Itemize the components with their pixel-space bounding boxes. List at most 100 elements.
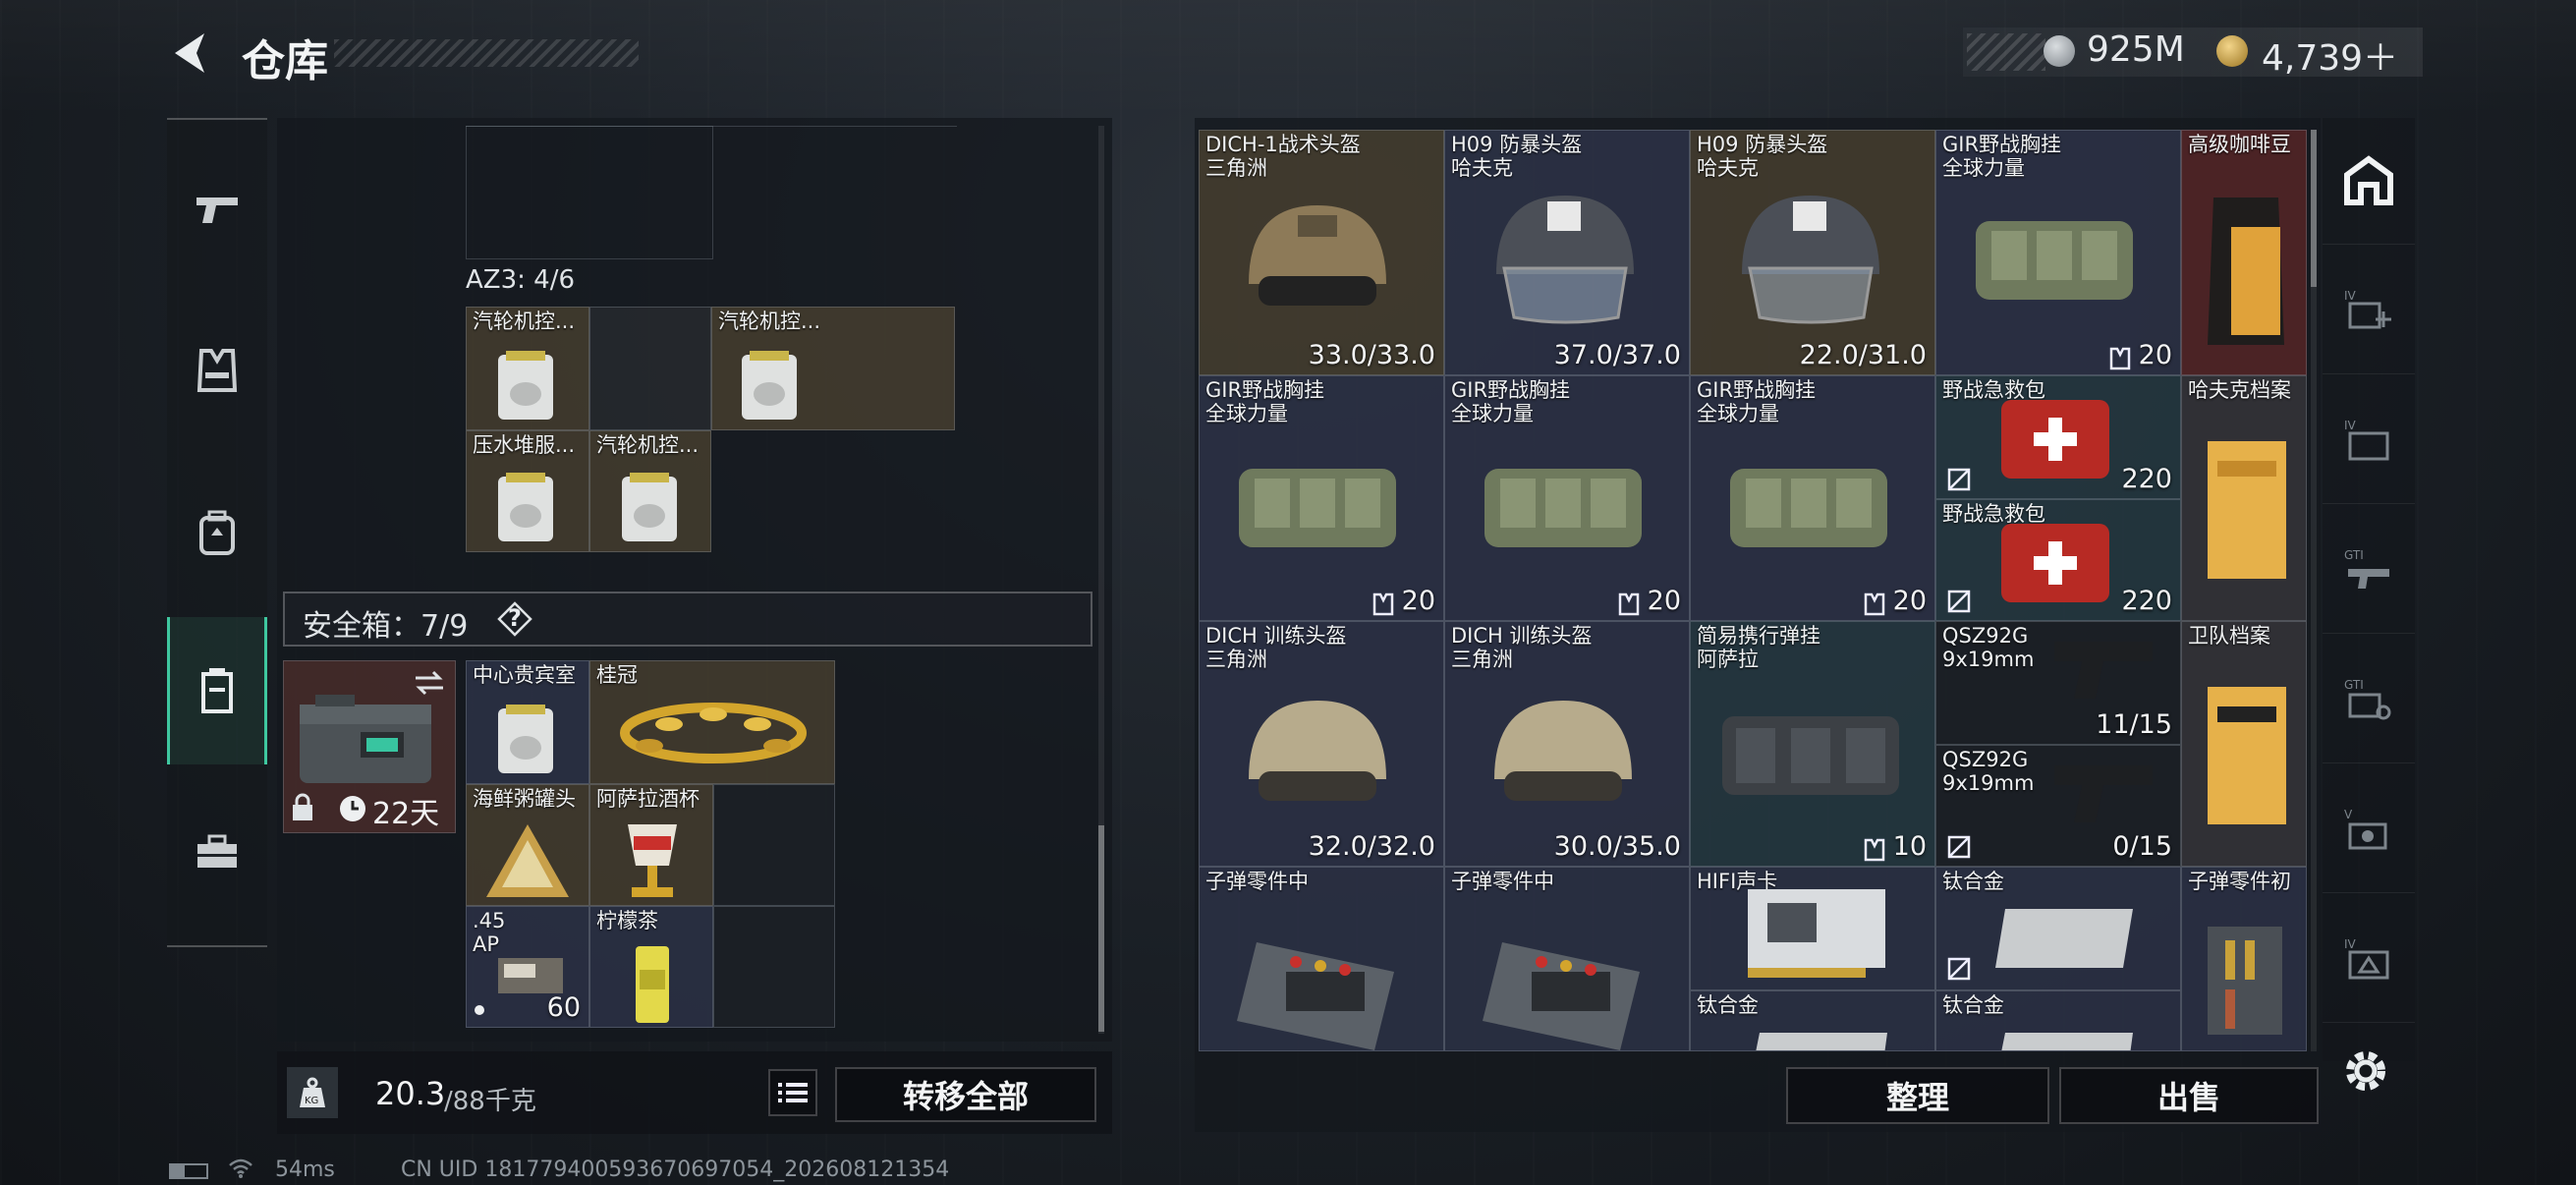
nav-safebox[interactable]	[167, 617, 267, 764]
gold-amount[interactable]: 4,739＋	[2262, 29, 2398, 81]
vest-icon	[1372, 592, 1394, 616]
inventory-item[interactable]: 汽轮机控...	[466, 307, 589, 430]
keycard-icon	[498, 705, 553, 773]
warehouse-item[interactable]: 卫队档案	[2181, 621, 2307, 867]
chest-rig-icon	[196, 349, 238, 392]
warehouse-item[interactable]: 子弹零件初	[2181, 867, 2307, 1051]
warehouse-item[interactable]: QSZ92G 9x19mm 0/15	[1935, 745, 2181, 867]
sort-button[interactable]: 整理	[1786, 1067, 2049, 1124]
item-name: DICH 训练头盔	[1451, 624, 1593, 648]
filter-gear[interactable]: V	[2323, 766, 2415, 893]
item-durability: 32.0/32.0	[1308, 831, 1435, 862]
weight-current: 20.3	[375, 1075, 446, 1112]
filter-all[interactable]	[2323, 118, 2415, 245]
scroll-thumb[interactable]	[1098, 825, 1104, 1032]
item-capacity: 20	[2138, 340, 2172, 370]
nav-toolbox[interactable]	[167, 778, 267, 926]
laurel-crown-icon	[620, 703, 807, 763]
warehouse-item[interactable]: 钛合金	[1935, 990, 2181, 1051]
svg-text:GTI: GTI	[2344, 678, 2364, 692]
item-name: QSZ92G	[1942, 624, 2029, 648]
filter-weapon-a[interactable]: GTI	[2323, 507, 2415, 634]
keycard-icon	[498, 351, 553, 420]
warehouse-item[interactable]: GIR野战胸挂 全球力量 20	[1199, 375, 1444, 621]
help-icon[interactable]: ?	[497, 601, 532, 637]
safe-box-container[interactable]: 22天	[283, 660, 456, 833]
battery-icon	[169, 1163, 208, 1179]
inventory-item[interactable]: 压水堆服...	[466, 430, 589, 552]
warehouse-item[interactable]: 野战急救包 220	[1935, 499, 2181, 621]
safebox-icon	[201, 668, 233, 713]
nav-chest-rig[interactable]	[167, 297, 267, 444]
container-divider	[466, 126, 957, 133]
safe-item[interactable]: 柠檬茶	[589, 906, 713, 1028]
nav-backpack[interactable]	[167, 459, 267, 606]
list-view-button[interactable]	[768, 1069, 817, 1116]
currency-decoration	[1967, 33, 2045, 71]
warehouse-item[interactable]: HIFI声卡	[1690, 867, 1935, 990]
safe-item[interactable]: 桂冠	[589, 660, 835, 784]
safe-item[interactable]: 阿萨拉酒杯	[589, 784, 713, 906]
settings-gear-icon[interactable]	[2338, 1044, 2393, 1099]
backpack-icon	[199, 510, 235, 555]
safe-item[interactable]: 海鲜粥罐头	[466, 784, 589, 906]
filter-container[interactable]: IV	[2323, 377, 2415, 504]
item-name: H09 防暴头盔	[1451, 133, 1583, 156]
warehouse-item[interactable]: QSZ92G 9x19mm 11/15	[1935, 621, 2181, 745]
item-name: DICH-1战术头盔	[1205, 133, 1361, 156]
warehouse-item[interactable]: 子弹零件中	[1444, 867, 1690, 1051]
warehouse-item[interactable]: 简易携行弹挂 阿萨拉 10	[1690, 621, 1935, 867]
inventory-empty-slot[interactable]	[589, 307, 711, 430]
no-insure-icon	[1947, 835, 1971, 859]
filter-weapon-b[interactable]: GTI	[2323, 637, 2415, 763]
warehouse-item[interactable]: 哈夫克档案	[2181, 375, 2307, 621]
no-insure-icon	[1947, 957, 1971, 981]
chest-rig-icon	[1484, 469, 1642, 547]
filter-medical[interactable]: IV	[2323, 248, 2415, 374]
item-sub: 哈夫克	[1451, 156, 1513, 180]
lemon-tea-icon	[636, 946, 669, 1023]
warehouse-item[interactable]: 子弹零件中	[1199, 867, 1444, 1051]
warehouse-item[interactable]: 野战急救包 220	[1935, 375, 2181, 499]
warehouse-item[interactable]: H09 防暴头盔 哈夫克 22.0/31.0	[1690, 130, 1935, 375]
safe-item[interactable]: .45 AP 60	[466, 906, 589, 1028]
first-aid-kit-icon	[2001, 524, 2109, 602]
warehouse-item[interactable]: 钛合金	[1690, 990, 1935, 1051]
warehouse-item[interactable]: GIR野战胸挂 全球力量 20	[1935, 130, 2181, 375]
safe-empty-slot[interactable]	[713, 906, 835, 1028]
warehouse-item[interactable]: H09 防暴头盔 哈夫克 37.0/37.0	[1444, 130, 1690, 375]
item-sub: 阿萨拉	[1697, 648, 1759, 671]
nav-weapon[interactable]	[167, 136, 267, 283]
keycard-icon	[622, 473, 677, 541]
inventory-item[interactable]: 汽轮机控...	[589, 430, 711, 552]
safe-item[interactable]: 中心贵宾室	[466, 660, 589, 784]
warehouse-item[interactable]: GIR野战胸挂 全球力量 20	[1690, 375, 1935, 621]
warehouse-item[interactable]: DICH 训练头盔 三角洲 30.0/35.0	[1444, 621, 1690, 867]
inventory-item[interactable]: 汽轮机控...	[711, 307, 955, 430]
warehouse-item[interactable]: 高级咖啡豆	[2181, 130, 2307, 375]
back-arrow-icon[interactable]	[167, 28, 214, 79]
vest-icon	[2109, 347, 2131, 370]
pistol-icon	[196, 198, 238, 223]
category-nav	[167, 118, 267, 947]
transfer-all-button[interactable]: 转移全部	[835, 1067, 1096, 1122]
warehouse-item[interactable]: GIR野战胸挂 全球力量 20	[1444, 375, 1690, 621]
item-name: 汽轮机控...	[473, 310, 576, 333]
svg-text:KG: KG	[305, 1096, 318, 1106]
warehouse-item[interactable]: 钛合金	[1935, 867, 2181, 990]
warehouse-scroll-thumb[interactable]	[2311, 130, 2317, 287]
pistol-icon	[2054, 642, 2153, 699]
medical-bag-icon: IV	[2344, 289, 2391, 329]
item-durability: 220	[2121, 464, 2172, 494]
sell-button[interactable]: 出售	[2059, 1067, 2319, 1124]
item-durability: 22.0/31.0	[1799, 340, 1927, 370]
warehouse-item[interactable]: DICH-1战术头盔 三角洲 33.0/33.0	[1199, 130, 1444, 375]
title-decoration	[334, 39, 639, 67]
filter-special[interactable]: IV	[2323, 896, 2415, 1023]
safe-empty-slot[interactable]	[713, 784, 835, 906]
chest-rig-icon	[1239, 469, 1396, 547]
sound-card-icon	[1748, 889, 1885, 978]
pistol-icon	[2054, 765, 2153, 822]
container-slot[interactable]	[466, 126, 713, 259]
warehouse-item[interactable]: DICH 训练头盔 三角洲 32.0/32.0	[1199, 621, 1444, 867]
